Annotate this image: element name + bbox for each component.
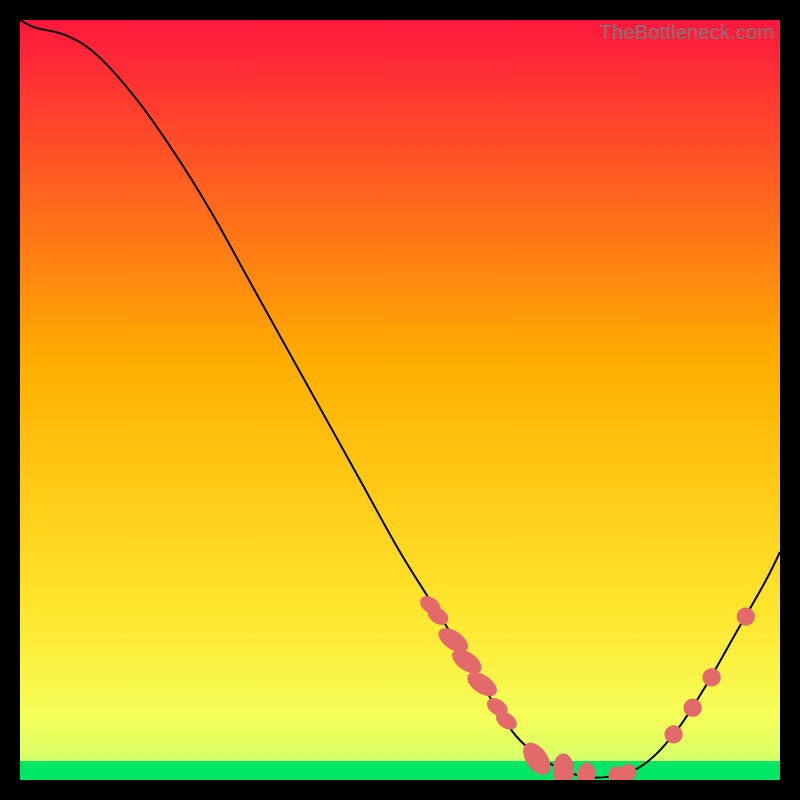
chart-frame: TheBottleneck.com [20,20,780,780]
marker-dot [664,725,682,743]
marker-dot [737,607,755,625]
gradient-background [20,20,780,780]
marker-dot [702,668,720,686]
green-band [20,761,780,780]
marker-dot [683,699,701,717]
watermark-text: TheBottleneck.com [599,22,774,45]
bottleneck-chart [20,20,780,780]
marker-dot [620,764,637,780]
